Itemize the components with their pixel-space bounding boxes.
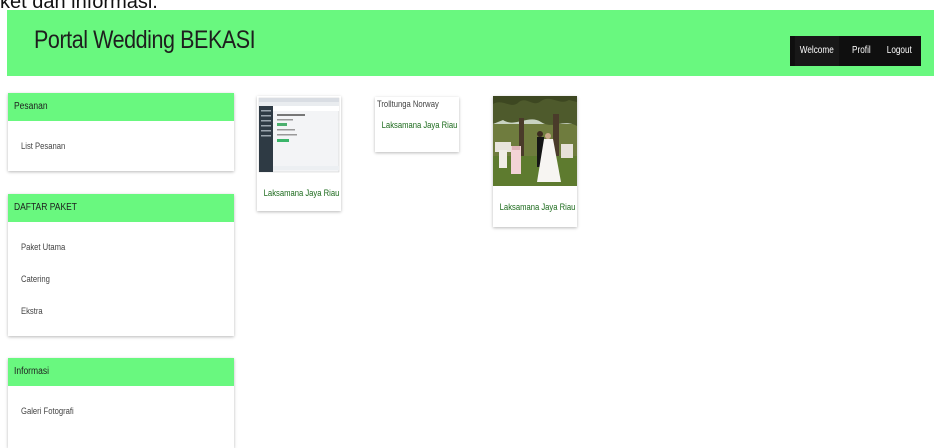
- card-caption: Laksamana Jaya Riau: [263, 188, 340, 198]
- card-caption: Laksamana Jaya Riau: [381, 120, 458, 130]
- wedding-photo: [493, 96, 577, 186]
- image-alt-text: Trolltunga Norway: [377, 99, 439, 109]
- panel-title: Pesanan: [8, 93, 234, 121]
- brand-title[interactable]: Portal Wedding BEKASI: [34, 26, 256, 55]
- package-card[interactable]: Laksamana Jaya Riau: [493, 96, 577, 227]
- package-card[interactable]: Laksamana Jaya Riau: [257, 96, 341, 211]
- link-catering[interactable]: Catering: [8, 263, 234, 295]
- link-list-pesanan[interactable]: List Pesanan: [8, 130, 234, 162]
- nav-profil[interactable]: Profil: [847, 36, 876, 66]
- package-card[interactable]: Trolltunga Norway Laksamana Jaya Riau: [375, 97, 459, 152]
- nav-logout[interactable]: Logout: [882, 36, 917, 66]
- panel-title: Informasi: [8, 358, 234, 386]
- site-header: Portal Wedding BEKASI Welcome Profil Log…: [7, 10, 934, 76]
- admin-dashboard-thumbnail: [257, 96, 341, 174]
- link-galeri-fotografi[interactable]: Galeri Fotografi: [8, 395, 234, 427]
- top-nav: Welcome Profil Logout: [790, 36, 921, 66]
- panel-title: DAFTAR PAKET: [8, 194, 234, 222]
- panel-daftar-paket: DAFTAR PAKET Paket Utama Catering Ekstra: [8, 194, 234, 336]
- nav-welcome[interactable]: Welcome: [794, 36, 839, 66]
- card-caption: Laksamana Jaya Riau: [499, 202, 576, 212]
- link-ekstra[interactable]: Ekstra: [8, 295, 234, 327]
- panel-pesanan: Pesanan List Pesanan: [8, 93, 234, 171]
- link-paket-utama[interactable]: Paket Utama: [8, 231, 234, 263]
